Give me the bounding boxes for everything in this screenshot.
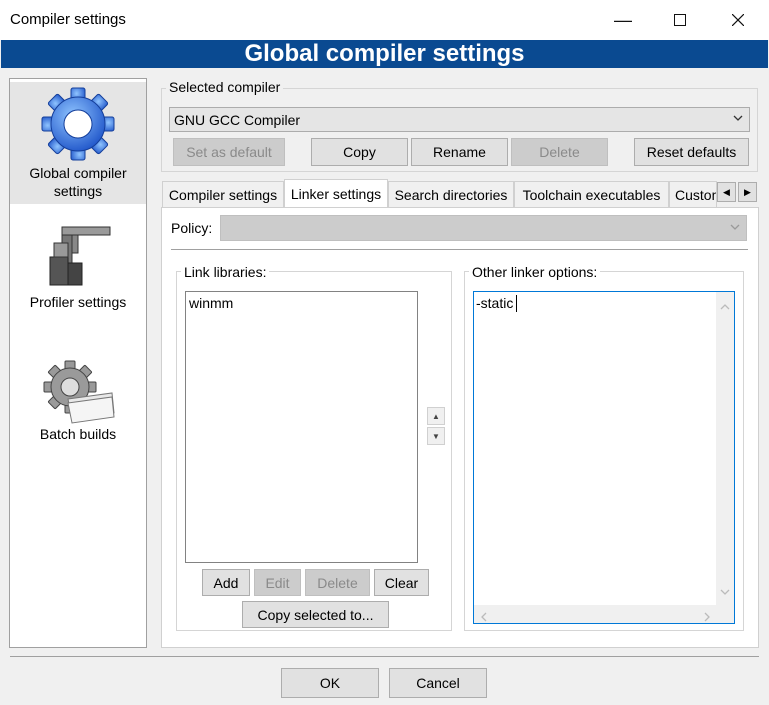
compiler-select[interactable]: GNU GCC Compiler xyxy=(169,107,750,132)
sidebar-item-label: Profiler settings xyxy=(29,294,127,310)
page-title: Global compiler settings xyxy=(1,40,768,68)
tab-custom[interactable]: Custom xyxy=(669,181,717,207)
batch-gear-icon xyxy=(43,360,115,424)
copy-selected-to-button[interactable]: Copy selected to... xyxy=(242,601,389,628)
sidebar-item-label: Batch builds xyxy=(39,426,117,442)
edit-library-button[interactable]: Edit xyxy=(254,569,301,596)
link-libraries-label: Link libraries: xyxy=(181,264,270,280)
selected-compiler-label: Selected compiler xyxy=(166,79,284,95)
sidebar-item-label: Global compiler xyxy=(29,165,127,181)
sidebar-item-batch-builds[interactable]: Batch builds xyxy=(10,359,146,454)
gear-icon xyxy=(41,87,115,161)
window-title: Compiler settings xyxy=(10,11,126,28)
chevron-down-icon xyxy=(733,111,743,128)
close-icon[interactable] xyxy=(709,0,767,40)
policy-select[interactable] xyxy=(220,215,747,241)
delete-library-button[interactable]: Delete xyxy=(305,569,370,596)
horizontal-scrollbar[interactable] xyxy=(474,605,717,623)
compiler-select-value: GNU GCC Compiler xyxy=(174,112,301,128)
tab-linker-settings[interactable]: Linker settings xyxy=(284,179,388,208)
scroll-corner xyxy=(716,605,734,623)
set-as-default-button[interactable]: Set as default xyxy=(173,138,285,166)
scroll-right-icon[interactable] xyxy=(703,609,711,625)
divider xyxy=(171,249,748,250)
delete-compiler-button[interactable]: Delete xyxy=(511,138,608,166)
ok-button[interactable]: OK xyxy=(281,668,379,698)
text-caret xyxy=(516,295,517,312)
copy-button[interactable]: Copy xyxy=(311,138,408,166)
chevron-down-icon xyxy=(730,220,740,237)
move-down-icon[interactable]: ▼ xyxy=(427,427,445,445)
title-bar: Compiler settings — xyxy=(0,0,769,40)
settings-sidebar: Global compiler settings Profiler settin… xyxy=(9,78,147,648)
tab-compiler-settings[interactable]: Compiler settings xyxy=(162,181,284,207)
footer-divider xyxy=(10,656,759,657)
policy-label: Policy: xyxy=(171,220,213,236)
reset-defaults-button[interactable]: Reset defaults xyxy=(634,138,749,166)
add-library-button[interactable]: Add xyxy=(202,569,250,596)
clear-libraries-button[interactable]: Clear xyxy=(374,569,429,596)
other-linker-options-label: Other linker options: xyxy=(469,264,601,280)
rename-button[interactable]: Rename xyxy=(411,138,508,166)
sidebar-item-global-compiler[interactable]: Global compiler settings xyxy=(10,82,146,204)
sidebar-item-label: settings xyxy=(53,183,103,199)
list-item[interactable]: winmm xyxy=(189,295,233,311)
tab-scroll-left-icon[interactable]: ◀ xyxy=(717,182,736,202)
cancel-button[interactable]: Cancel xyxy=(389,668,487,698)
tab-search-directories[interactable]: Search directories xyxy=(388,181,514,207)
minimize-icon[interactable]: — xyxy=(594,0,652,40)
other-linker-options-textarea[interactable]: -static xyxy=(473,291,735,624)
vertical-scrollbar[interactable] xyxy=(716,292,734,605)
tab-scroll-right-icon[interactable]: ▶ xyxy=(738,182,757,202)
caliper-icon xyxy=(49,226,111,286)
scroll-down-icon[interactable] xyxy=(720,583,730,599)
scroll-left-icon[interactable] xyxy=(480,609,488,625)
maximize-icon[interactable] xyxy=(651,0,709,40)
move-up-icon[interactable]: ▲ xyxy=(427,407,445,425)
tab-toolchain-executables[interactable]: Toolchain executables xyxy=(514,181,669,207)
link-libraries-list[interactable]: winmm xyxy=(185,291,418,563)
sidebar-item-profiler[interactable]: Profiler settings xyxy=(10,213,146,323)
scroll-up-icon[interactable] xyxy=(720,298,730,314)
other-linker-options-value: -static xyxy=(476,295,514,311)
